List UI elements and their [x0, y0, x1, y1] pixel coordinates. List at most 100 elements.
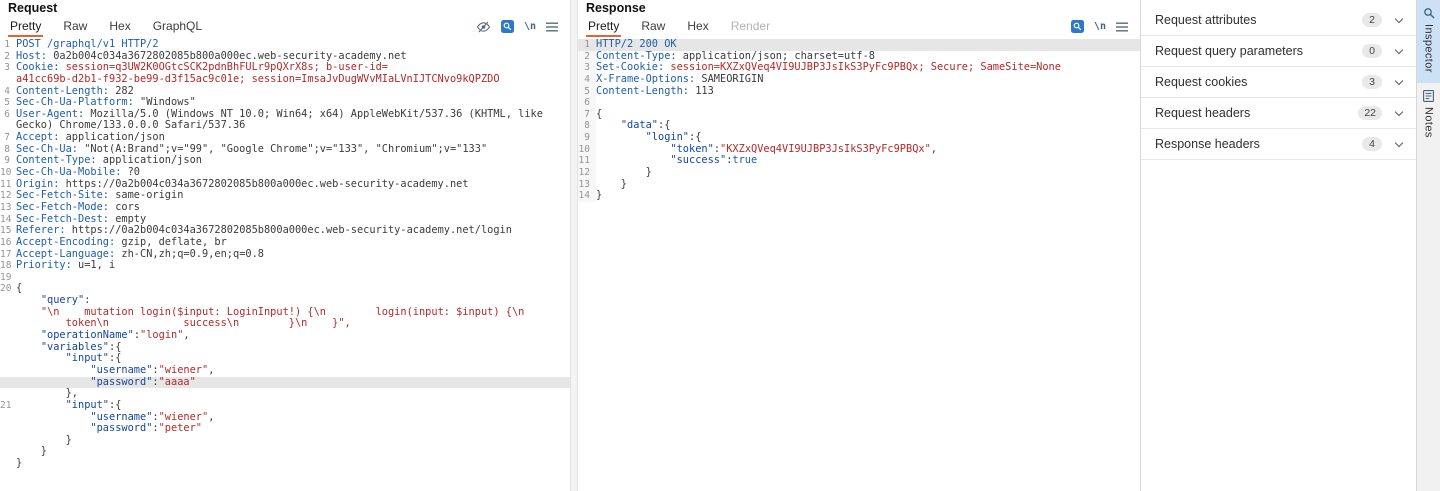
- tab-notes[interactable]: Notes: [1417, 83, 1440, 148]
- code-line: 16 Accept-Encoding: gzip, deflate, br: [0, 236, 227, 248]
- code-line: 14 Sec-Fetch-Dest: empty: [0, 213, 147, 225]
- request-editor[interactable]: 1 POST /graphql/v1 HTTP/2 2 Host: 0a2b004c0…: [0, 37, 570, 491]
- code-line: 9 "login":{: [578, 132, 1140, 144]
- code-line: "username":"wiener",: [90, 411, 215, 423]
- panel-splitter[interactable]: [570, 0, 578, 491]
- code-line: "username":"wiener",: [90, 364, 215, 376]
- code-line: 6: [578, 97, 1140, 109]
- code-line: 10 Sec-Ch-Ua-Mobile: ?0: [0, 167, 140, 179]
- inspector-section-request-headers[interactable]: Request headers 22: [1141, 98, 1416, 129]
- code-line: 9 Content-Type: application/json: [4, 155, 202, 167]
- count-badge: 0: [1362, 44, 1382, 58]
- chevron-down-icon: [1394, 138, 1404, 147]
- inspector-tab-label: Inspector: [1422, 24, 1435, 73]
- code-line: 13 Sec-Fetch-Mode: cors: [0, 201, 140, 213]
- tab-hex[interactable]: Hex: [107, 17, 132, 37]
- inspector-section-label: Request query parameters: [1155, 44, 1303, 58]
- burp-repeater-view: Request Pretty Raw Hex GraphQL \n 1 POST…: [0, 0, 1440, 491]
- code-line: 6 User-Agent: Mozilla/5.0 (Windows NT 10.…: [4, 108, 543, 120]
- inspector-section-request-query-parameters[interactable]: Request query parameters 0: [1141, 36, 1416, 67]
- response-editor[interactable]: 1 HTTP/2 200 OK 2 Content-Type: application…: [578, 37, 1140, 491]
- code-line: 21 "input":{: [0, 399, 122, 411]
- count-badge: 22: [1358, 106, 1382, 120]
- inspector-section-request-attributes[interactable]: Request attributes 2: [1141, 5, 1416, 36]
- tab-render[interactable]: Render: [729, 17, 772, 37]
- code-line: }: [16, 458, 23, 470]
- code-line: 11 Origin: https://0a2b004c034a3672802085…: [0, 178, 469, 190]
- tab-raw[interactable]: Raw: [639, 17, 667, 37]
- request-header: Request Pretty Raw Hex GraphQL \n: [0, 0, 570, 37]
- editor-menu-icon[interactable]: [546, 22, 558, 32]
- code-line: 12 }: [578, 167, 652, 179]
- search-icon[interactable]: [500, 20, 514, 33]
- request-tabs: Pretty Raw Hex GraphQL: [8, 16, 222, 37]
- count-badge: 2: [1362, 13, 1382, 27]
- inspector-section-label: Request attributes: [1155, 13, 1257, 27]
- tab-hex[interactable]: Hex: [685, 17, 710, 37]
- code-line: 20{: [0, 283, 23, 295]
- code-line: }: [16, 446, 47, 458]
- code-line: 5 Sec-Ch-Ua-Platform: "Windows": [4, 97, 196, 109]
- code-line: 14}: [578, 190, 603, 202]
- code-line: }: [16, 434, 72, 446]
- tab-pretty[interactable]: Pretty: [586, 17, 621, 37]
- response-panel: Response Pretty Raw Hex Render \n 1 HTTP…: [578, 0, 1140, 491]
- request-editor-icons: \n: [476, 20, 562, 33]
- chevron-down-icon: [1394, 76, 1404, 85]
- code-line: "variables":{: [40, 341, 122, 353]
- code-line: Gecko) Chrome/133.0.0.0 Safari/537.36: [16, 120, 246, 132]
- response-editor-icons: \n: [1070, 20, 1132, 33]
- code-line: 2 Content-Type: application/json; charset…: [578, 50, 1140, 63]
- notes-tab-label: Notes: [1422, 106, 1435, 138]
- code-line: "input":{: [65, 353, 122, 365]
- code-line: 18 Priority: u=1, i: [0, 260, 116, 272]
- code-line: 12 Sec-Fetch-Site: same-origin: [0, 190, 184, 202]
- code-line: },: [16, 388, 78, 400]
- request-panel: Request Pretty Raw Hex GraphQL \n 1 POST…: [0, 0, 570, 491]
- code-line: 3 Cookie: session=q3UW2K0OGtcSCK2pdnBhFUL…: [4, 62, 388, 74]
- newline-toggle-icon[interactable]: \n: [524, 21, 536, 32]
- request-tab-row: Pretty Raw Hex GraphQL \n: [8, 16, 562, 37]
- code-line: 5 Content-Length: 113: [578, 85, 1140, 98]
- hide-matches-icon[interactable]: [476, 21, 491, 33]
- notes-icon: [1423, 89, 1434, 102]
- code-line: 17 Accept-Language: zh-CN,zh;q=0.9,en;q=0…: [0, 248, 264, 260]
- right-tab-strip: Inspector Notes: [1416, 0, 1440, 491]
- code-line: 8 Sec-Ch-Ua: "Not(A:Brand";v="99", "Googl…: [4, 143, 488, 155]
- chevron-down-icon: [1394, 14, 1404, 23]
- tab-pretty[interactable]: Pretty: [8, 17, 43, 37]
- request-title: Request: [8, 1, 58, 15]
- count-badge: 4: [1362, 137, 1382, 151]
- code-line: 11 "success":true: [578, 155, 758, 168]
- code-line: 8 "data":{: [578, 120, 1140, 133]
- chevron-down-icon: [1394, 107, 1404, 116]
- tab-inspector[interactable]: Inspector: [1417, 0, 1440, 83]
- inspector-section-label: Response headers: [1155, 137, 1260, 151]
- code-line: 3 Set-Cookie: session=KXZxQVeq4VI9UJBP3Js…: [578, 62, 1140, 74]
- code-line: "password":"aaaa": [0, 376, 570, 389]
- editor-menu-icon[interactable]: [1116, 22, 1128, 32]
- code-line: 1 HTTP/2 200 OK: [578, 39, 1140, 51]
- inspector-section-response-headers[interactable]: Response headers 4: [1141, 129, 1416, 160]
- code-line: 15 Referer: https://0a2b004c034a367280208…: [0, 225, 512, 237]
- code-line: a41cc69b-d2b1-f932-be99-d3f15ac9c01e; se…: [16, 73, 500, 85]
- count-badge: 3: [1362, 75, 1382, 89]
- inspector-icon: [1423, 7, 1435, 19]
- code-line: 4 Content-Length: 282: [4, 85, 134, 97]
- inspector-section-label: Request headers: [1155, 106, 1251, 120]
- tab-graphql[interactable]: GraphQL: [151, 17, 204, 37]
- search-icon[interactable]: [1070, 20, 1084, 33]
- code-line: "\n mutation login($input: LoginInput!) …: [40, 306, 525, 318]
- response-tabs: Pretty Raw Hex Render: [586, 16, 790, 37]
- code-line: 19: [0, 271, 12, 283]
- inspector-sections: Request attributes 2 Request query paramet…: [1141, 5, 1416, 160]
- newline-toggle-icon[interactable]: \n: [1094, 21, 1106, 32]
- tab-raw[interactable]: Raw: [61, 17, 89, 37]
- inspector-section-request-cookies[interactable]: Request cookies 3: [1141, 67, 1416, 98]
- response-title: Response: [586, 1, 646, 15]
- inspector-section-label: Request cookies: [1155, 75, 1248, 89]
- code-line: 2 Host: 0a2b004c034a3672802085b800a000ec.…: [4, 50, 407, 62]
- code-line: 1 POST /graphql/v1 HTTP/2: [4, 39, 159, 50]
- code-line: 7 Accept: application/json: [4, 132, 165, 144]
- code-line: "query":: [40, 295, 91, 307]
